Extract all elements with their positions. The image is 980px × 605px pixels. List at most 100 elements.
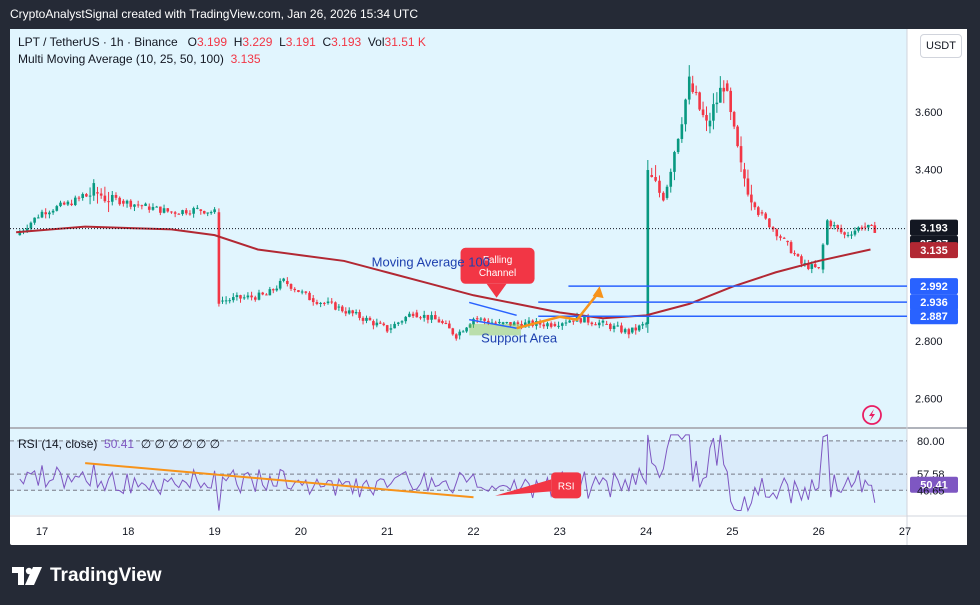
candle-body — [448, 323, 451, 329]
candle-body — [155, 206, 158, 208]
candle-body — [231, 297, 235, 301]
candle-body — [516, 322, 520, 324]
candle-body — [408, 313, 411, 317]
candle-body — [107, 201, 110, 203]
candle-body — [736, 126, 739, 147]
candle-body — [96, 192, 99, 194]
candle-body — [597, 322, 601, 326]
candle-body — [224, 300, 228, 302]
candle-body — [382, 323, 386, 326]
candle-body — [268, 289, 272, 296]
candle-body — [40, 211, 44, 218]
rsi-header: RSI (14, close) 50.41 ∅ ∅ ∅ ∅ ∅ ∅ — [18, 437, 220, 451]
candle-body — [729, 90, 732, 113]
candle-body — [494, 322, 497, 324]
open-label: O — [187, 35, 197, 49]
candle-body — [654, 177, 657, 181]
time-tick-label: 19 — [208, 526, 220, 538]
candle-body — [278, 280, 282, 289]
candle-body — [99, 193, 103, 196]
candle-body — [817, 267, 820, 269]
candle-body — [549, 323, 553, 327]
candle-body — [451, 328, 455, 335]
candle-body — [144, 203, 147, 206]
candle-body — [568, 320, 571, 323]
currency-button[interactable]: USDT — [920, 34, 962, 58]
candle-body — [404, 316, 407, 322]
candle-body — [88, 195, 92, 197]
candle-body — [257, 292, 261, 300]
candle-body — [612, 325, 616, 330]
candle-body — [620, 325, 623, 333]
candle-body — [590, 322, 594, 325]
candle-body — [289, 284, 293, 289]
candle-body — [202, 210, 206, 214]
chart-canvas[interactable]: 2.600 2.800 3.400 3.600 17 18 19 20 21 22 23 24 25 26… — [10, 29, 967, 545]
ma-price-label: 3.135 — [920, 245, 948, 257]
candle-body — [669, 171, 673, 187]
candle-body — [85, 194, 88, 197]
candle-body — [62, 202, 66, 205]
candle-body — [37, 217, 40, 219]
candle-body — [81, 194, 84, 199]
candle-body — [601, 320, 605, 323]
ma-line: Multi Moving Average (10, 25, 50, 100) 3… — [18, 52, 261, 66]
candle-body — [351, 310, 354, 314]
candle-body — [826, 220, 829, 245]
candle-body — [159, 206, 162, 213]
time-tick-label: 27 — [899, 526, 911, 538]
candle-body — [444, 322, 448, 324]
tradingview-logo[interactable]: TradingView — [12, 565, 162, 587]
candle-body — [646, 170, 650, 324]
candle-body — [712, 104, 715, 121]
candle-body — [419, 317, 422, 319]
candle-body — [393, 323, 396, 329]
candle-body — [114, 194, 118, 198]
candle-body — [454, 334, 458, 339]
candle-body — [579, 318, 583, 323]
candle-body — [836, 225, 839, 229]
candle-body — [228, 300, 232, 302]
candle-body — [293, 288, 297, 291]
candle-body — [605, 323, 608, 325]
rsi-value: 50.41 — [104, 437, 135, 451]
candle-body — [775, 229, 779, 237]
candle-body — [483, 318, 486, 321]
candle-body — [475, 318, 479, 320]
candle-body — [479, 318, 483, 320]
candle-body — [250, 295, 253, 298]
candle-body — [557, 325, 560, 327]
candle-body — [650, 175, 654, 178]
candle-body — [796, 254, 800, 257]
candle-body — [662, 192, 665, 201]
time-tick-label: 23 — [554, 526, 566, 538]
candle-body — [764, 213, 767, 219]
candle-body — [347, 310, 351, 314]
candle-body — [389, 328, 393, 330]
candle-body — [641, 324, 644, 326]
candle-body — [33, 217, 36, 223]
candle-body — [572, 320, 575, 322]
candle-body — [209, 212, 213, 214]
candle-body — [676, 138, 680, 153]
candle-body — [59, 202, 62, 207]
time-tick-label: 18 — [122, 526, 134, 538]
chart-container[interactable]: 2.600 2.800 3.400 3.600 17 18 19 20 21 22 23 24 25 26… — [10, 29, 967, 545]
candle-body — [687, 76, 691, 100]
candle-body — [239, 295, 242, 299]
candle-body — [385, 325, 389, 332]
candle-body — [48, 212, 51, 215]
rsi-tick-4665: 46.65 — [917, 485, 945, 497]
candle-body — [691, 83, 695, 92]
candle-body — [261, 292, 264, 295]
symbol-name: LPT / TetherUS · 1h · Binance — [18, 35, 178, 49]
candle-body — [673, 152, 676, 172]
candle-body — [51, 210, 55, 213]
candle-body — [300, 291, 304, 293]
candle-body — [415, 312, 419, 318]
candle-body — [275, 288, 279, 291]
candle-body — [411, 313, 415, 317]
candle-body — [715, 102, 719, 105]
candle-body — [627, 329, 631, 335]
candle-body — [330, 301, 334, 303]
